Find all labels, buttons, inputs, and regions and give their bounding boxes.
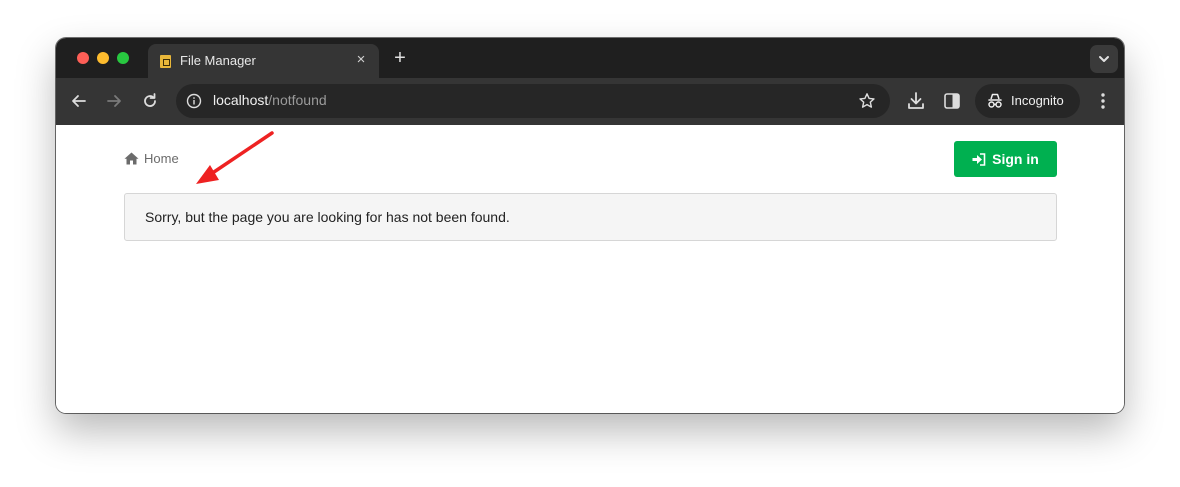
chevron-down-icon <box>1099 56 1109 62</box>
reload-button[interactable] <box>139 90 161 112</box>
url-host: localhost <box>213 92 269 108</box>
new-tab-button[interactable]: + <box>389 47 411 69</box>
download-icon[interactable] <box>906 90 926 112</box>
tab-title: File Manager <box>180 53 256 68</box>
sign-in-icon <box>972 152 986 166</box>
back-icon <box>72 95 86 107</box>
browser-tab[interactable]: File Manager × <box>148 44 379 78</box>
sign-in-button[interactable]: Sign in <box>954 141 1057 177</box>
close-window-button[interactable] <box>77 52 89 64</box>
site-info-icon[interactable] <box>186 93 202 109</box>
maximize-window-button[interactable] <box>117 52 129 64</box>
menu-icon[interactable] <box>1095 91 1111 111</box>
forward-button[interactable] <box>103 90 125 112</box>
address-bar[interactable]: localhost/notfound <box>176 84 890 118</box>
forward-icon <box>107 95 121 107</box>
file-manager-favicon-icon <box>160 55 171 68</box>
breadcrumb-home-link[interactable]: Home <box>124 151 179 166</box>
minimize-window-button[interactable] <box>97 52 109 64</box>
side-panel-icon[interactable] <box>943 90 961 112</box>
browser-toolbar: localhost/notfound Incognito <box>56 78 1124 125</box>
browser-window: File Manager × + localhost/notfound Inco… <box>56 38 1124 413</box>
red-arrow-annotation <box>196 131 274 184</box>
url-path: /notfound <box>268 92 327 108</box>
url-text: localhost/notfound <box>213 92 327 108</box>
tab-search-button[interactable] <box>1090 45 1118 73</box>
not-found-alert: Sorry, but the page you are looking for … <box>124 193 1057 241</box>
home-icon <box>124 152 139 165</box>
bookmark-star-icon[interactable] <box>858 92 876 110</box>
tab-strip: File Manager × + <box>56 38 1124 78</box>
reload-icon <box>144 93 156 107</box>
incognito-label: Incognito <box>1011 93 1064 108</box>
sign-in-label: Sign in <box>992 151 1039 167</box>
incognito-profile-button[interactable]: Incognito <box>975 84 1080 118</box>
back-button[interactable] <box>68 90 90 112</box>
page-content: Home Sign in Sorry, but the page you are… <box>56 125 1124 413</box>
home-label: Home <box>144 151 179 166</box>
incognito-icon <box>988 93 1002 108</box>
tab-close-icon[interactable]: × <box>353 52 369 68</box>
alert-message: Sorry, but the page you are looking for … <box>145 209 510 225</box>
